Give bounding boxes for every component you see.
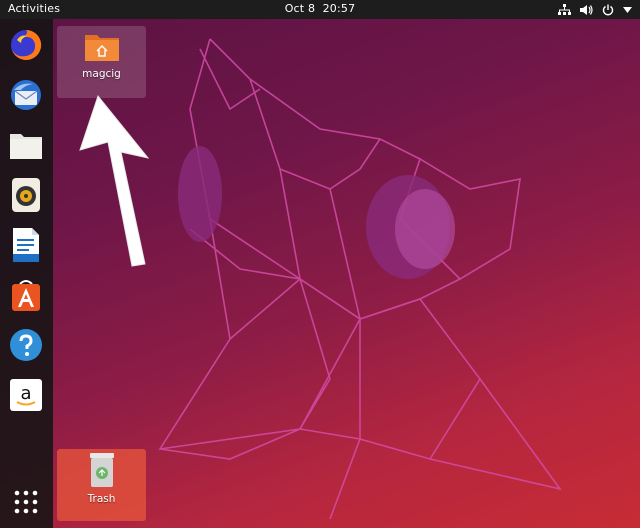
chevron-down-icon xyxy=(623,6,632,13)
activities-button[interactable]: Activities xyxy=(8,2,60,15)
dock-item-firefox[interactable] xyxy=(7,26,45,64)
clock-date: Oct 8 xyxy=(284,2,316,15)
home-folder-label: magcig xyxy=(82,68,121,80)
dock-item-files[interactable] xyxy=(7,126,45,164)
folder-icon xyxy=(10,134,42,159)
show-applications-button[interactable] xyxy=(7,483,45,521)
svg-text:a: a xyxy=(20,383,31,404)
dock-item-help[interactable] xyxy=(7,326,45,364)
dock-item-rhythmbox[interactable] xyxy=(7,176,45,214)
trash-icon xyxy=(89,453,114,487)
volume-icon xyxy=(580,4,593,15)
trash-label: Trash xyxy=(87,493,116,505)
clock-area: Oct 8 20:57 xyxy=(0,2,640,15)
help-icon xyxy=(10,329,42,361)
home-folder-icon xyxy=(84,35,119,61)
software-center-icon xyxy=(12,280,40,311)
top-bar: Activities Oct 8 20:57 xyxy=(0,0,640,19)
network-icon xyxy=(558,3,571,15)
thunderbird-icon xyxy=(11,80,41,110)
clock-button[interactable]: Oct 8 20:57 xyxy=(285,2,356,15)
dock-item-amazon[interactable]: a xyxy=(7,376,45,414)
desktop-trash[interactable]: Trash xyxy=(57,449,146,521)
system-tray[interactable] xyxy=(558,1,632,18)
dock: a xyxy=(0,19,53,528)
dock-item-ubuntu-software[interactable] xyxy=(7,276,45,314)
power-icon xyxy=(602,4,614,15)
speaker-icon xyxy=(12,178,40,212)
dock-item-libreoffice-writer[interactable] xyxy=(7,226,45,264)
amazon-icon: a xyxy=(10,379,42,411)
document-icon xyxy=(13,228,39,262)
desktop-home-folder[interactable]: magcig xyxy=(57,26,146,98)
dock-item-thunderbird[interactable] xyxy=(7,76,45,114)
firefox-icon xyxy=(11,29,42,60)
grid-icon xyxy=(14,490,38,514)
clock-time: 20:57 xyxy=(322,2,356,15)
